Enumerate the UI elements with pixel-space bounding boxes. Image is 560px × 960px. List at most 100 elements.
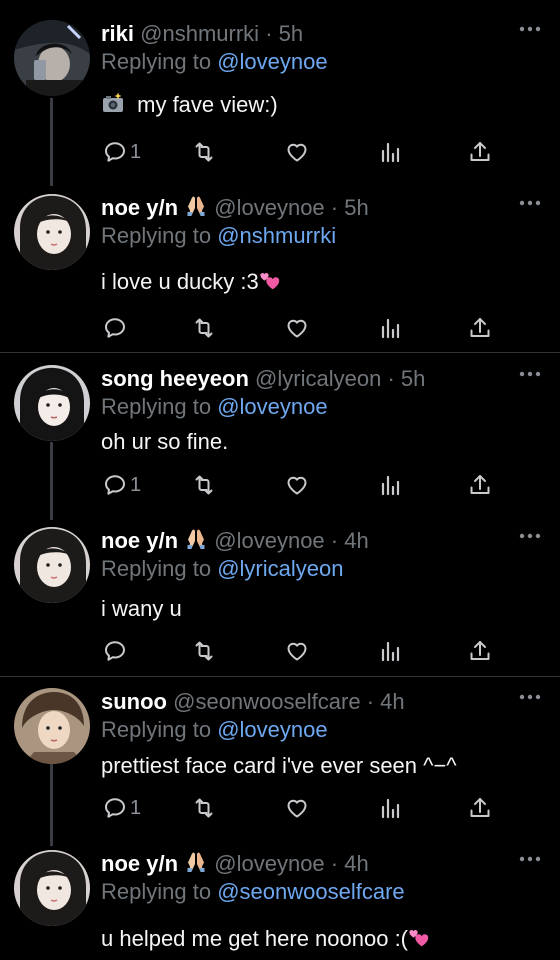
avatar-noe-icon: [14, 850, 90, 926]
tweet-text-content: u helped me get here noonoo :(: [101, 926, 409, 951]
avatar-noe-icon: [14, 194, 90, 270]
user-handle[interactable]: @seonwooselfcare: [173, 689, 360, 714]
tweet-text-content: i love u ducky :3: [101, 269, 259, 294]
display-name[interactable]: song heeyeon: [101, 366, 249, 391]
display-name[interactable]: sunoo: [101, 689, 167, 714]
reply-button[interactable]: [103, 638, 130, 664]
views-button[interactable]: [378, 315, 402, 341]
views-button[interactable]: [378, 795, 402, 821]
replying-to: Replying to @loveynoe: [101, 393, 328, 421]
reply-count: 1: [130, 473, 142, 496]
avatar[interactable]: [14, 365, 90, 441]
replying-to-label: Replying to: [101, 49, 212, 74]
like-button[interactable]: [285, 472, 309, 498]
mention-link[interactable]: @seonwooselfcare: [217, 879, 404, 904]
more-options-icon[interactable]: [519, 198, 541, 208]
tweet-header: sunoo @seonwooselfcare · 4h: [101, 688, 520, 716]
stats-icon: [378, 796, 402, 820]
heart-icon: [285, 140, 309, 164]
timestamp[interactable]: 5h: [401, 366, 425, 391]
display-name[interactable]: noe y/n: [101, 528, 178, 553]
more-options-icon[interactable]: [519, 369, 541, 379]
like-button[interactable]: [285, 139, 309, 165]
avatar[interactable]: [14, 20, 90, 96]
share-icon: [468, 639, 492, 663]
display-name[interactable]: noe y/n: [101, 851, 178, 876]
avatar-sunoo-icon: [14, 688, 90, 764]
avatar[interactable]: [14, 194, 90, 270]
reply-button[interactable]: 1: [103, 139, 141, 165]
retweet-button[interactable]: [192, 795, 216, 821]
retweet-button[interactable]: [192, 472, 216, 498]
tweet-text: prettiest face card i've ever seen ^−^: [101, 752, 457, 780]
share-button[interactable]: [468, 795, 492, 821]
more-options-icon[interactable]: [519, 854, 541, 864]
timestamp[interactable]: 4h: [344, 528, 368, 553]
user-handle[interactable]: @nshmurrki: [140, 21, 259, 46]
share-icon: [468, 473, 492, 497]
timestamp[interactable]: 5h: [344, 195, 368, 220]
views-button[interactable]: [378, 638, 402, 664]
more-options-icon[interactable]: [519, 692, 541, 702]
share-button[interactable]: [468, 139, 492, 165]
more-options-icon[interactable]: [519, 24, 541, 34]
like-button[interactable]: [285, 638, 309, 664]
heart-icon: [285, 473, 309, 497]
mention-link[interactable]: @loveynoe: [217, 394, 327, 419]
more-options-icon[interactable]: [519, 531, 541, 541]
tweet-text: i love u ducky :3: [101, 268, 281, 296]
timestamp[interactable]: 4h: [380, 689, 404, 714]
replying-to-label: Replying to: [101, 394, 212, 419]
mention-link[interactable]: @loveynoe: [217, 717, 327, 742]
timestamp[interactable]: 4h: [344, 851, 368, 876]
user-handle[interactable]: @loveynoe: [214, 528, 324, 553]
share-button[interactable]: [468, 638, 492, 664]
share-button[interactable]: [468, 472, 492, 498]
reply-button[interactable]: 1: [103, 472, 141, 498]
replying-to: Replying to @lyricalyeon: [101, 555, 343, 583]
avatar[interactable]: [14, 850, 90, 926]
like-button[interactable]: [285, 795, 309, 821]
retweet-button[interactable]: [192, 638, 216, 664]
retweet-icon: [192, 473, 216, 497]
reply-count: 1: [130, 140, 142, 163]
user-handle[interactable]: @loveynoe: [214, 851, 324, 876]
retweet-button[interactable]: [192, 315, 216, 341]
mention-link[interactable]: @nshmurrki: [217, 223, 336, 248]
avatar[interactable]: [14, 527, 90, 603]
replying-to-label: Replying to: [101, 556, 212, 581]
tweet-text: u helped me get here noonoo :(: [101, 925, 430, 953]
separator: ·: [265, 21, 273, 46]
user-handle[interactable]: @lyricalyeon: [255, 366, 381, 391]
separator: ·: [330, 851, 339, 876]
mention-link[interactable]: @loveynoe: [217, 49, 327, 74]
replying-to: Replying to @loveynoe: [101, 716, 328, 744]
tweet-text-content: oh ur so fine.: [101, 429, 229, 454]
tweet-actions: 1: [100, 472, 500, 498]
reply-button[interactable]: 1: [103, 795, 141, 821]
share-button[interactable]: [468, 315, 492, 341]
thread-line: [50, 442, 53, 520]
stats-icon: [378, 473, 402, 497]
views-button[interactable]: [378, 472, 402, 498]
stats-icon: [378, 316, 402, 340]
views-button[interactable]: [378, 139, 402, 165]
separator: ·: [366, 689, 375, 714]
user-handle[interactable]: @loveynoe: [214, 195, 324, 220]
retweet-button[interactable]: [192, 139, 216, 165]
like-button[interactable]: [285, 315, 309, 341]
share-icon: [468, 316, 492, 340]
retweet-icon: [192, 316, 216, 340]
tweet-text: my fave view:): [101, 91, 278, 119]
reply-icon: [103, 316, 127, 340]
tweet-actions: 1: [100, 795, 500, 821]
avatar[interactable]: [14, 688, 90, 764]
timestamp[interactable]: 5h: [279, 21, 303, 46]
tweet-actions: 1: [100, 139, 500, 165]
mention-link[interactable]: @lyricalyeon: [217, 556, 343, 581]
display-name[interactable]: riki: [101, 21, 134, 46]
reply-button[interactable]: [103, 315, 130, 341]
tweet-text-content: my fave view:): [137, 92, 278, 117]
display-name[interactable]: noe y/n: [101, 195, 178, 220]
tweet-header: noe y/n @loveynoe · 5h: [101, 194, 520, 222]
